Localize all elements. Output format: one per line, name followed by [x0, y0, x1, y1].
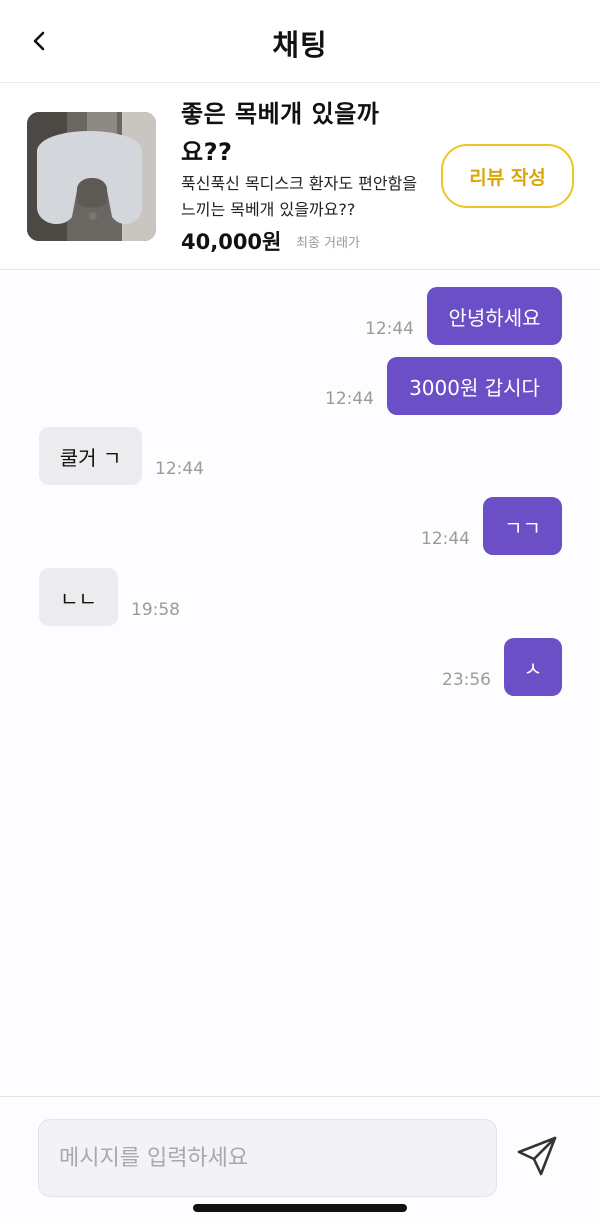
- product-card[interactable]: 좋은 목베개 있을까요?? 푹신푹신 목디스크 환자도 편안함을 느끼는 목베개…: [0, 82, 600, 270]
- header: 채팅: [0, 0, 600, 82]
- home-indicator: [193, 1204, 407, 1212]
- message-time: 12:44: [365, 319, 414, 339]
- message-time: 12:44: [155, 459, 204, 479]
- message-bubble[interactable]: 안녕하세요: [427, 287, 562, 345]
- send-icon: [515, 1134, 559, 1182]
- message-bubble[interactable]: ㄴㄴ: [39, 568, 118, 626]
- product-image: [27, 112, 156, 241]
- message-bubble[interactable]: 3000원 갑시다: [387, 357, 562, 415]
- message-time: 23:56: [442, 670, 491, 690]
- write-review-button[interactable]: 리뷰 작성: [441, 144, 574, 208]
- product-title: 좋은 목베개 있을까요??: [181, 100, 380, 166]
- message-bubble[interactable]: ㅅ: [504, 638, 562, 696]
- message-bubble[interactable]: 쿨거 ㄱ: [39, 427, 142, 485]
- page-title: 채팅: [272, 28, 328, 62]
- product-price: 40,000원: [181, 230, 282, 254]
- message-time: 12:44: [421, 529, 470, 549]
- product-description: 푹신푹신 목디스크 환자도 편안함을 느끼는 목베개 있을까요??: [181, 174, 418, 219]
- message-time: 19:58: [131, 600, 180, 620]
- send-button[interactable]: [512, 1133, 562, 1183]
- chat-screen: 채팅 좋은 목베개 있을까요?? 푹신푹신 목디스크 환자도 편안함을 느끼는 …: [0, 0, 600, 1224]
- message-time: 12:44: [325, 389, 374, 409]
- message-input[interactable]: [38, 1119, 497, 1197]
- deal-status-label: 최종 거래가: [296, 236, 360, 251]
- message-bubble[interactable]: ㄱㄱ: [483, 497, 562, 555]
